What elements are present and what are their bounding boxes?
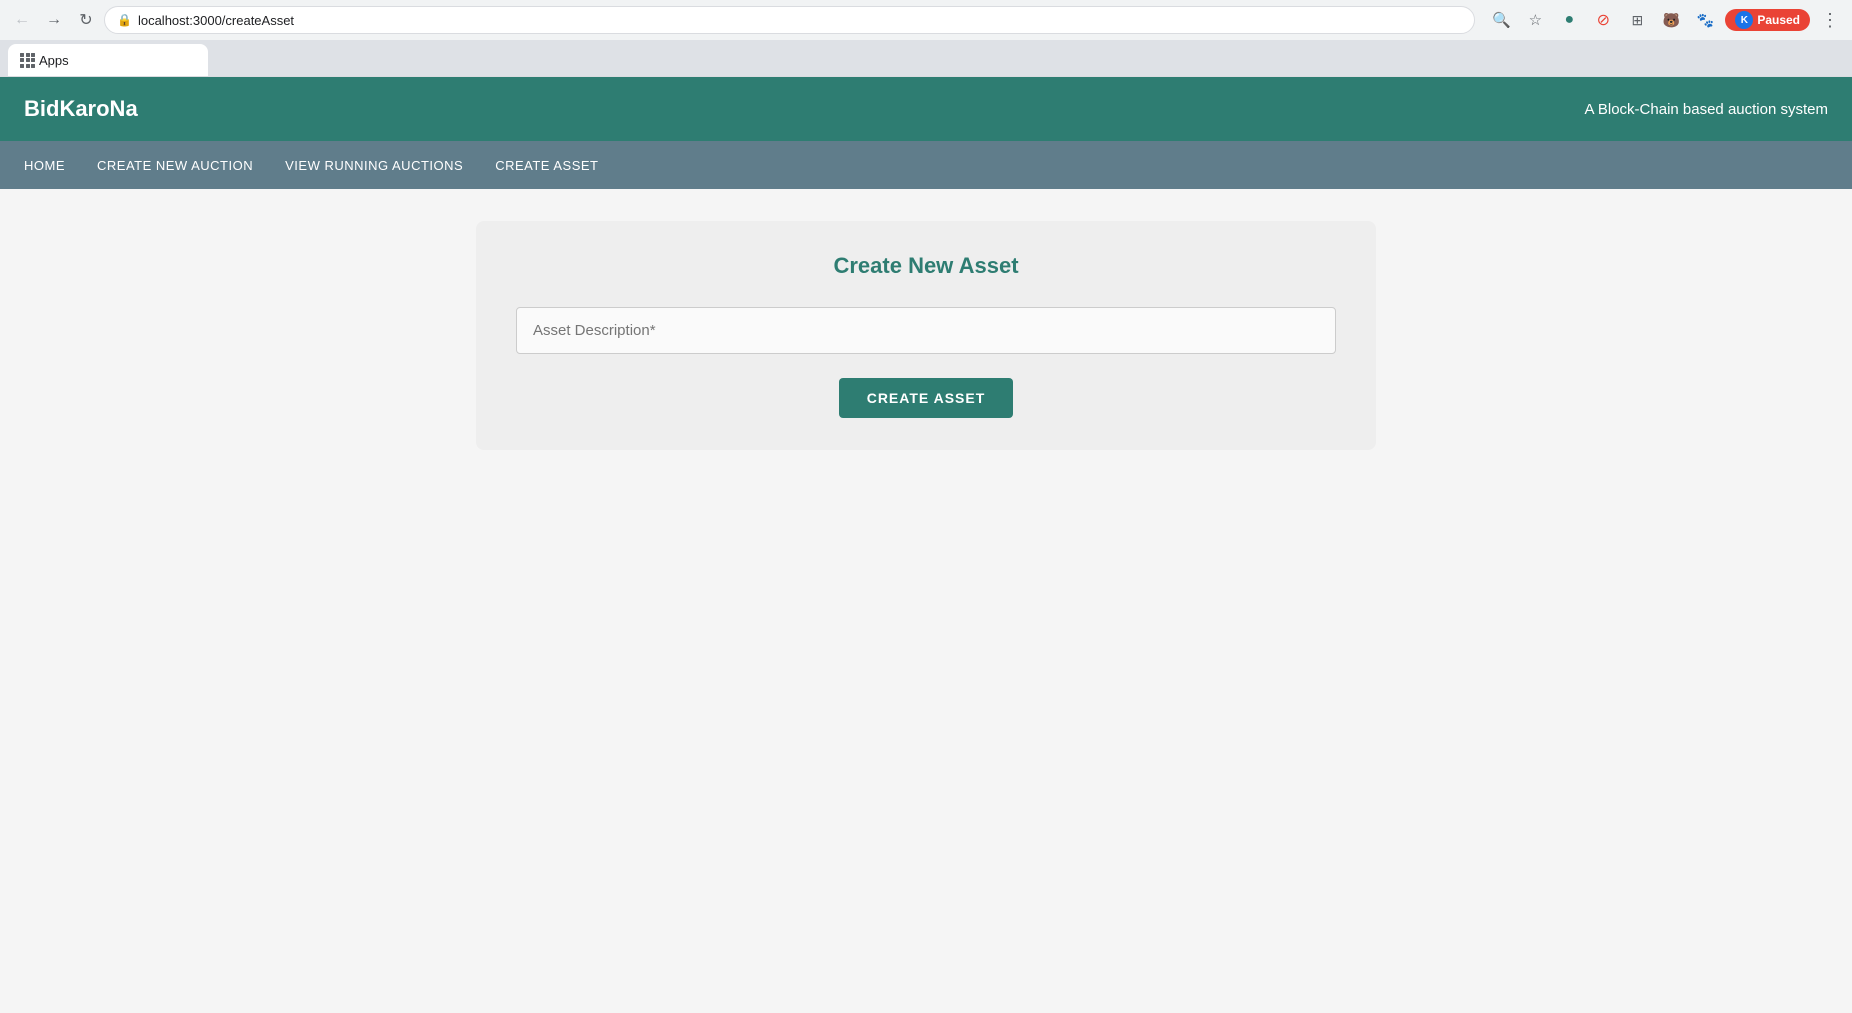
nav-home[interactable]: HOME: [24, 158, 65, 173]
browser-toolbar: ← → ↻ 🔒 localhost:3000/createAsset 🔍 ☆ ●…: [0, 0, 1852, 40]
app-nav: HOME CREATE NEW AUCTION VIEW RUNNING AUC…: [0, 141, 1852, 189]
form-submit-row: CREATE ASSET: [516, 378, 1336, 418]
extension-grid[interactable]: ⊞: [1623, 6, 1651, 34]
nav-view-auctions[interactable]: VIEW RUNNING AUCTIONS: [285, 158, 463, 173]
paused-label: Paused: [1757, 13, 1800, 27]
extension-green-circle[interactable]: ●: [1555, 6, 1583, 34]
form-title: Create New Asset: [516, 253, 1336, 279]
browser-tabs: Apps: [0, 40, 1852, 76]
nav-create-auction[interactable]: CREATE NEW AUCTION: [97, 158, 253, 173]
asset-description-input[interactable]: [516, 307, 1336, 354]
back-button[interactable]: ←: [8, 6, 36, 34]
reload-button[interactable]: ↻: [72, 6, 100, 34]
create-asset-button[interactable]: CREATE ASSET: [839, 378, 1014, 418]
url-text: localhost:3000/createAsset: [138, 13, 294, 28]
main-content: Create New Asset CREATE ASSET: [0, 189, 1852, 1013]
app-logo[interactable]: BidKaroNa: [24, 96, 138, 122]
more-options-button[interactable]: ⋮: [1816, 6, 1844, 34]
paused-badge[interactable]: K Paused: [1725, 9, 1810, 31]
apps-grid-icon: [20, 53, 35, 68]
forward-button[interactable]: →: [40, 6, 68, 34]
extension-bear[interactable]: 🐻: [1657, 6, 1685, 34]
app-header: BidKaroNa A Block-Chain based auction sy…: [0, 77, 1852, 141]
lock-icon: 🔒: [117, 13, 132, 27]
apps-label: Apps: [20, 53, 69, 68]
nav-create-asset[interactable]: CREATE ASSET: [495, 158, 598, 173]
tab-label: Apps: [39, 53, 69, 68]
browser-actions: 🔍 ☆ ● ⊘ ⊞ 🐻 🐾 K Paused ⋮: [1487, 6, 1844, 34]
bookmark-star-button[interactable]: ☆: [1521, 6, 1549, 34]
app-tagline: A Block-Chain based auction system: [1585, 101, 1828, 118]
active-tab[interactable]: Apps: [8, 44, 208, 76]
extension-paw[interactable]: 🐾: [1691, 6, 1719, 34]
browser-chrome: ← → ↻ 🔒 localhost:3000/createAsset 🔍 ☆ ●…: [0, 0, 1852, 77]
extension-red-circle[interactable]: ⊘: [1589, 6, 1617, 34]
user-avatar: K: [1735, 11, 1753, 29]
create-asset-form-card: Create New Asset CREATE ASSET: [476, 221, 1376, 450]
address-bar[interactable]: 🔒 localhost:3000/createAsset: [104, 6, 1475, 34]
search-button[interactable]: 🔍: [1487, 6, 1515, 34]
